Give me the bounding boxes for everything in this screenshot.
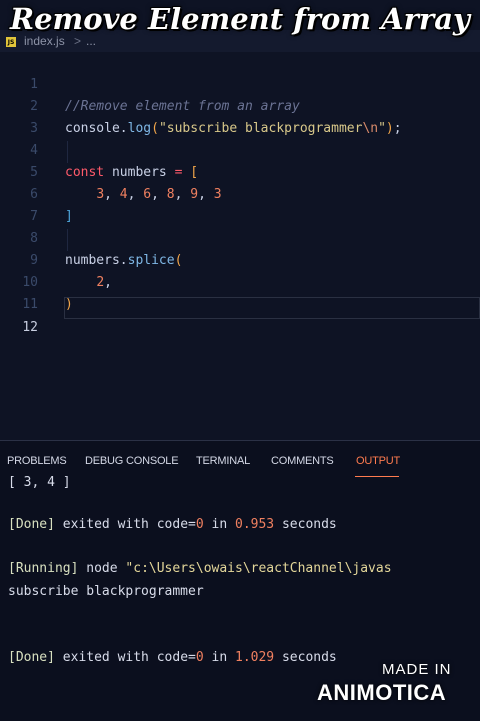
code-line: 2 console.log("subscribe blackprogrammer… — [0, 74, 480, 136]
code-line: 9 2, — [0, 228, 480, 290]
code-line: 11 — [0, 272, 480, 312]
bottom-panel: PROBLEMS DEBUG CONSOLE TERMINAL COMMENTS… — [0, 440, 480, 721]
output-text: exited with code= — [54, 650, 196, 665]
output-text: seconds — [274, 517, 337, 532]
exit-code: 0 — [195, 517, 204, 532]
running-tag: [Running] — [8, 561, 79, 576]
tab-debug-console[interactable]: DEBUG CONSOLE — [85, 455, 179, 467]
code-line: 8 numbers.splice( — [0, 206, 480, 268]
output-text: seconds — [274, 650, 337, 665]
tab-problems[interactable]: PROBLEMS — [7, 455, 67, 467]
output-text: node — [78, 561, 126, 576]
code-line: 4 const numbers = [ — [0, 118, 480, 180]
file-path: "c:\Users\owais\reactChannel\javas — [125, 561, 392, 576]
line-number: 12 — [22, 320, 38, 335]
output-line: [Running] node "c:\Users\owais\reactChan… — [8, 561, 392, 576]
code-line: 7 — [0, 184, 480, 224]
elapsed-time: 1.029 — [235, 650, 275, 665]
output-line: [ 3, 4 ] — [8, 475, 71, 490]
code-line: 10 ) — [0, 250, 480, 312]
exit-code: 0 — [195, 650, 204, 665]
output-text: exited with code= — [54, 517, 196, 532]
tab-terminal[interactable]: TERMINAL — [196, 455, 250, 467]
tab-output[interactable]: OUTPUT — [356, 455, 400, 467]
video-title-overlay: Remove Element from Array — [10, 2, 470, 36]
watermark-made-in: MADE IN — [382, 661, 452, 678]
output-text: in — [203, 650, 235, 665]
done-tag: [Done] — [8, 650, 55, 665]
watermark-brand: ANIMOTICA — [317, 680, 447, 705]
elapsed-time: 0.953 — [235, 517, 275, 532]
code-line: 6 ] — [0, 162, 480, 224]
output-line: subscribe blackprogrammer — [8, 584, 204, 599]
active-tab-indicator — [355, 476, 399, 477]
code-line: 12 — [0, 295, 480, 335]
output-text: in — [203, 517, 235, 532]
code-line: 1 //Remove element from an array — [0, 52, 480, 114]
code-line: 3 — [0, 96, 480, 136]
panel-tabs: PROBLEMS DEBUG CONSOLE TERMINAL COMMENTS… — [0, 441, 480, 481]
code-editor[interactable]: 1 //Remove element from an array 2 conso… — [0, 52, 480, 440]
output-line: [Done] exited with code=0 in 0.953 secon… — [8, 517, 337, 532]
code-line: 5 3, 4, 6, 8, 9, 3 — [0, 140, 480, 202]
tab-comments[interactable]: COMMENTS — [271, 455, 334, 467]
output-line: [Done] exited with code=0 in 1.029 secon… — [8, 650, 337, 665]
done-tag: [Done] — [8, 517, 55, 532]
